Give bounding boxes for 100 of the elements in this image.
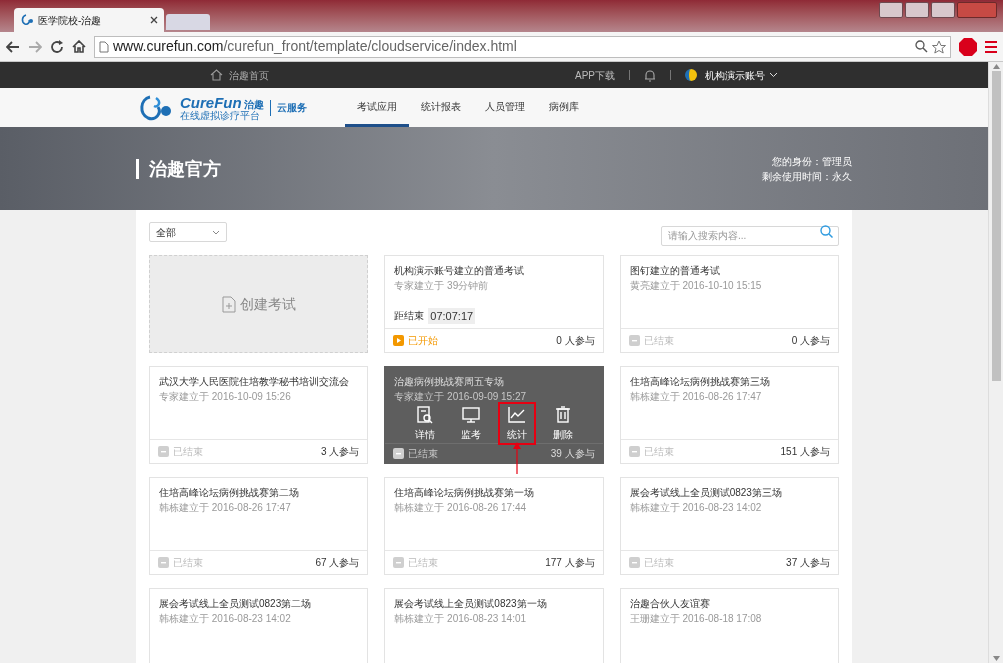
monitor-icon: [461, 405, 481, 425]
search-icon[interactable]: [820, 225, 833, 238]
exam-card[interactable]: 住培高峰论坛病例挑战赛第一场 韩栋建立于 2016-08-26 17:44 已结束 177 人参与: [384, 477, 604, 575]
minus-square-icon: [628, 446, 640, 457]
exam-creator: 韩栋建立于 2016-08-23 14:02: [629, 501, 763, 515]
avatar[interactable]: [685, 69, 697, 81]
exam-title: 住培高峰论坛病例挑战赛第三场: [629, 375, 771, 389]
exam-title: 治趣病例挑战赛周五专场: [394, 375, 506, 389]
highlighted-exam-card[interactable]: 治趣病例挑战赛周五专场 专家建立于 2016-09-09 15:27 详情 监考 统计 删除 已结束 39 人参与: [384, 366, 604, 464]
exam-creator: 韩栋建立于 2016-08-26 17:44: [394, 501, 528, 515]
zoom-icon[interactable]: [915, 40, 928, 53]
search-field[interactable]: 请输入搜索内容...: [661, 225, 839, 246]
home-icon[interactable]: [72, 40, 86, 53]
minus-square-icon: [628, 557, 640, 568]
exam-title: 展会考试线上全员测试0823第二场: [159, 597, 313, 611]
back-icon[interactable]: [6, 40, 20, 53]
reload-icon[interactable]: [50, 39, 64, 54]
participant-count: 3 人参与: [321, 445, 360, 459]
tab-title: 医学院校-治趣: [38, 13, 103, 28]
exam-status: 已结束: [173, 445, 203, 459]
exam-title: 图钉建立的普通考试: [629, 264, 721, 278]
address-field[interactable]: www.curefun.com/curefun_front/template/cloudservice/index.html: [94, 35, 951, 58]
exam-creator: 韩栋建立于 2016-08-23 14:01: [394, 612, 528, 626]
exam-creator: 专家建立于 2016-10-09 15:26: [159, 390, 292, 404]
browser-tab[interactable]: 医学院校-治趣: [14, 8, 164, 32]
home-icon[interactable]: [210, 69, 223, 81]
exam-status: 已结束: [408, 556, 439, 570]
logo-icon: [20, 14, 34, 26]
logo-tagline: 在线虚拟诊疗平台: [180, 109, 261, 121]
exam-creator: 韩栋建立于 2016-08-23 14:02: [159, 612, 292, 626]
exam-status: 已开始: [408, 334, 439, 348]
exam-creator: 韩栋建立于 2016-08-26 17:47: [159, 501, 292, 515]
app-download-link[interactable]: APP下载: [575, 67, 615, 83]
trash-icon: [553, 405, 573, 425]
exam-title: 治趣合伙人友谊赛: [629, 597, 711, 611]
exam-status: 已结束: [643, 445, 674, 459]
card-action-button[interactable]: 删除: [546, 404, 580, 443]
countdown-time: 07:07:17: [428, 307, 476, 324]
add-file-icon: [221, 295, 236, 313]
logo-name: CureFun: [180, 94, 242, 110]
nav-tab[interactable]: 人员管理: [472, 88, 537, 127]
star-icon[interactable]: [932, 39, 946, 54]
card-action-button[interactable]: 监考: [454, 404, 488, 443]
card-action-button[interactable]: 统计: [500, 404, 534, 443]
bell-icon[interactable]: [644, 68, 656, 82]
minus-square-icon: [393, 448, 405, 459]
exam-title: 机构演示账号建立的普通考试: [394, 264, 526, 278]
page-icon: [99, 40, 109, 53]
participant-count: 37 人参与: [786, 556, 830, 570]
exam-card[interactable]: 机构演示账号建立的普通考试 专家建立于 39分钟前 距结束 07:07:17 已开始 0 人参与: [384, 255, 604, 353]
exam-status: 已结束: [643, 556, 674, 570]
scroll-up-icon[interactable]: [992, 64, 1000, 69]
exam-status: 已结束: [643, 334, 674, 348]
scroll-down-icon[interactable]: [992, 656, 1000, 661]
exam-title: 武汉大学人民医院住培教学秘书培训交流会: [159, 375, 350, 389]
identity-text: 您的身份：管理员: [772, 154, 852, 169]
play-icon: [393, 335, 405, 346]
exam-title: 展会考试线上全员测试0823第三场: [629, 486, 783, 500]
exam-card[interactable]: 图钉建立的普通考试 黄亮建立于 2016-10-10 15:15 已结束 0 人参与: [619, 255, 839, 353]
exam-card[interactable]: 展会考试线上全员测试0823第三场 韩栋建立于 2016-08-23 14:02 已结束 37 人参与: [619, 477, 839, 575]
window-restore-button[interactable]: [879, 2, 903, 18]
exam-card[interactable]: 治趣合伙人友谊赛 王珊建立于 2016-08-18 17:08: [619, 588, 839, 663]
exam-card[interactable]: 住培高峰论坛病例挑战赛第三场 韩栋建立于 2016-08-26 17:47 已结束 151 人参与: [619, 366, 839, 464]
exam-status: 已结束: [408, 447, 439, 461]
document-search-icon: [415, 405, 435, 425]
exam-title: 展会考试线上全员测试0823第一场: [394, 597, 548, 611]
window-maximize-button[interactable]: [931, 2, 955, 18]
minus-square-icon: [628, 335, 640, 346]
exam-creator: 王珊建立于 2016-08-18 17:08: [629, 612, 763, 626]
nav-tab[interactable]: 统计报表: [408, 88, 473, 127]
exam-card[interactable]: 住培高峰论坛病例挑战赛第二场 韩栋建立于 2016-08-26 17:47 已结束 67 人参与: [149, 477, 369, 575]
chevron-down-icon[interactable]: [769, 72, 778, 78]
exam-title: 住培高峰论坛病例挑战赛第一场: [394, 486, 536, 500]
participant-count: 151 人参与: [780, 445, 830, 459]
exam-card[interactable]: 武汉大学人民医院住培教学秘书培训交流会 专家建立于 2016-10-09 15:26 已结束 3 人参与: [149, 366, 369, 464]
account-menu[interactable]: 机构演示账号: [705, 67, 765, 83]
minus-square-icon: [158, 446, 169, 457]
line-chart-icon: [507, 405, 527, 425]
exam-creator: 专家建立于 39分钟前: [394, 279, 490, 293]
minus-square-icon: [393, 557, 405, 568]
exam-creator: 黄亮建立于 2016-10-10 15:15: [629, 279, 763, 293]
participant-count: 0 人参与: [556, 334, 595, 348]
close-icon[interactable]: [150, 16, 158, 24]
card-action-button[interactable]: 详情: [408, 404, 442, 443]
participant-count: 0 人参与: [791, 334, 830, 348]
participant-count: 177 人参与: [545, 556, 595, 570]
nav-tab[interactable]: 病例库: [536, 88, 591, 127]
exam-creator: 韩栋建立于 2016-08-26 17:47: [629, 390, 763, 404]
exam-creator: 专家建立于 2016-09-09 15:27: [394, 390, 528, 404]
scrollbar-thumb[interactable]: [991, 71, 1001, 381]
service-label: 云服务: [276, 101, 307, 115]
exam-status: 已结束: [173, 556, 203, 570]
menu-icon[interactable]: [985, 39, 997, 54]
window-minimize-button[interactable]: [905, 2, 929, 18]
home-link[interactable]: 治趣首页: [229, 67, 269, 83]
participant-count: 39 人参与: [550, 447, 595, 461]
exam-card[interactable]: 展会考试线上全员测试0823第一场 韩栋建立于 2016-08-23 14:01: [384, 588, 604, 663]
exam-card[interactable]: 展会考试线上全员测试0823第二场 韩栋建立于 2016-08-23 14:02: [149, 588, 369, 663]
filter-dropdown[interactable]: 全部: [149, 222, 227, 242]
remaining-time-text: 剩余使用时间：永久: [762, 169, 852, 184]
